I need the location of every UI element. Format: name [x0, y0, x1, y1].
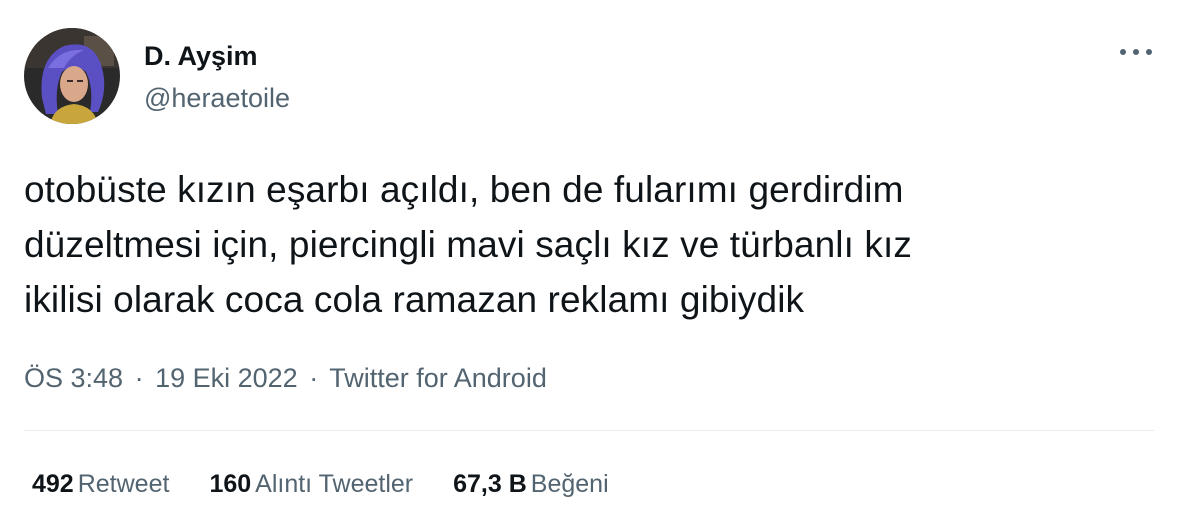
tweet-card: D. Ayşim @heraetoile otobüste kızın eşar… — [0, 0, 1184, 528]
like-number: 67,3 B — [453, 470, 527, 498]
author-names: D. Ayşim @heraetoile — [144, 40, 290, 114]
divider — [24, 430, 1154, 431]
tweet-text-line: ikilisi olarak coca cola ramazan reklamı… — [24, 279, 805, 320]
tweet-text: otobüste kızın eşarbı açıldı, ben de ful… — [24, 162, 1144, 327]
tweet-text-line: düzeltmesi için, piercingli mavi saçlı k… — [24, 224, 912, 265]
quote-count[interactable]: 160 Alıntı Tweetler — [209, 468, 413, 500]
tweet-date[interactable]: 19 Eki 2022 — [155, 363, 298, 393]
avatar[interactable] — [24, 28, 120, 124]
more-options-icon[interactable] — [1120, 44, 1152, 60]
tweet-text-line: otobüste kızın eşarbı açıldı, ben de ful… — [24, 169, 904, 210]
user-handle[interactable]: @heraetoile — [144, 82, 290, 114]
like-count[interactable]: 67,3 B Beğeni — [453, 468, 609, 500]
meta-separator: · — [134, 363, 144, 393]
avatar-image — [24, 28, 120, 124]
tweet-time[interactable]: ÖS 3:48 — [24, 363, 123, 393]
retweet-label: Retweet — [77, 470, 170, 498]
tweet-stats: 492 Retweet 160 Alıntı Tweetler 67,3 B Beğe… — [32, 468, 649, 500]
tweet-meta: ÖS 3:48 · 19 Eki 2022 · Twitter for Andr… — [24, 362, 547, 394]
tweet-source[interactable]: Twitter for Android — [329, 363, 547, 393]
meta-separator: · — [309, 363, 319, 393]
retweet-number: 492 — [32, 470, 74, 498]
retweet-count[interactable]: 492 Retweet — [32, 468, 169, 500]
more-dot — [1120, 49, 1126, 55]
quote-label: Alıntı Tweetler — [255, 470, 414, 498]
quote-number: 160 — [209, 470, 252, 498]
tweet-header: D. Ayşim @heraetoile — [24, 28, 290, 124]
more-dot — [1133, 49, 1139, 55]
like-label: Beğeni — [530, 470, 609, 498]
display-name[interactable]: D. Ayşim — [144, 40, 290, 72]
more-dot — [1146, 49, 1152, 55]
